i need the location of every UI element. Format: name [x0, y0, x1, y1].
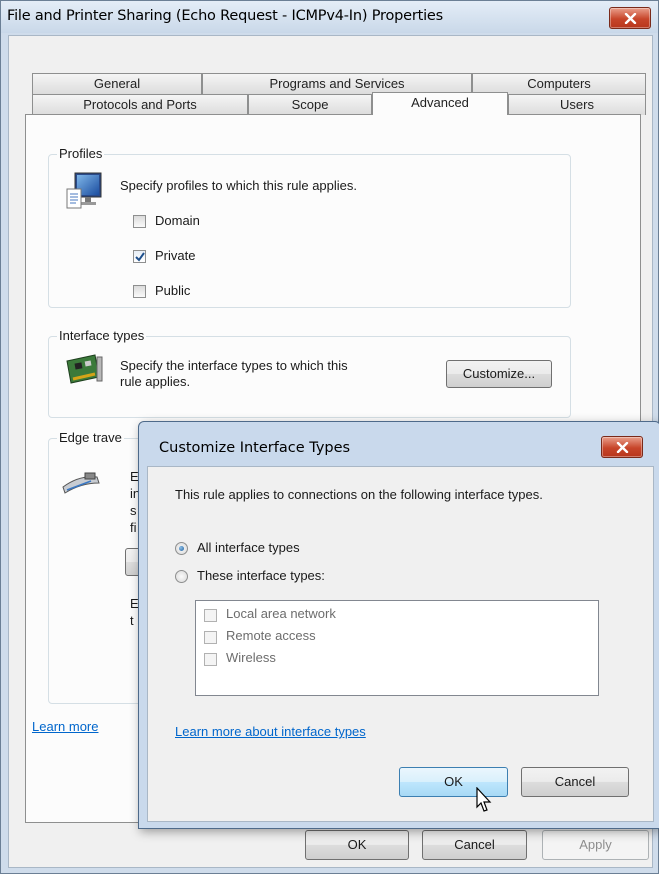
network-card-icon: [66, 354, 103, 384]
profiles-description: Specify profiles to which this rule appl…: [120, 178, 358, 193]
dialog-client-area: This rule applies to connections on the …: [147, 466, 654, 822]
customize-button-label: Customize...: [462, 366, 536, 381]
public-label[interactable]: Public: [155, 283, 190, 298]
tab-general-label: General: [93, 76, 141, 91]
domain-label[interactable]: Domain: [155, 213, 200, 228]
tab-computers-label: Computers: [527, 76, 591, 91]
radio-selected-dot: [179, 546, 184, 551]
edge-partial-6: t: [130, 613, 134, 628]
ok-button[interactable]: OK: [305, 830, 409, 860]
tab-users[interactable]: Users: [508, 94, 646, 115]
tab-protocols-label: Protocols and Ports: [83, 97, 197, 112]
tab-protocols-and-ports[interactable]: Protocols and Ports: [32, 94, 248, 115]
interface-types-group-label: Interface types: [57, 328, 147, 343]
ok-button-label: OK: [347, 837, 367, 852]
apply-button-label: Apply: [579, 837, 612, 852]
domain-checkbox[interactable]: [133, 215, 146, 228]
monitor-profile-icon: [66, 172, 102, 209]
profiles-group-label: Profiles: [57, 146, 105, 161]
list-item-checkbox[interactable]: [204, 631, 217, 644]
window-title: File and Printer Sharing (Echo Request -…: [7, 8, 443, 24]
public-checkbox[interactable]: [133, 285, 146, 298]
these-interface-types-radio[interactable]: [175, 570, 188, 583]
dialog-close-button[interactable]: [601, 436, 643, 458]
tab-programs-and-services[interactable]: Programs and Services: [202, 73, 472, 94]
title-bar[interactable]: File and Printer Sharing (Echo Request -…: [1, 1, 658, 33]
close-icon: [616, 441, 628, 453]
cancel-button-label: Cancel: [454, 837, 495, 852]
list-item-label: Remote access: [226, 628, 316, 643]
list-item-label: Local area network: [226, 606, 336, 621]
interface-types-group: Interface types Specify the interface ty…: [48, 328, 571, 418]
cancel-button[interactable]: Cancel: [422, 830, 527, 860]
edge-partial-3: s: [130, 503, 137, 518]
interface-types-list[interactable]: Local area network Remote access Wireles…: [195, 600, 599, 696]
dialog-learn-more-link[interactable]: Learn more about interface types: [175, 724, 366, 739]
tab-scope[interactable]: Scope: [248, 94, 372, 115]
tab-advanced[interactable]: Advanced: [372, 92, 508, 115]
tab-computers[interactable]: Computers: [472, 73, 646, 94]
learn-more-link[interactable]: Learn more: [32, 719, 98, 734]
all-interface-types-radio[interactable]: [175, 542, 188, 555]
tab-general[interactable]: General: [32, 73, 202, 94]
tab-scope-label: Scope: [291, 97, 329, 112]
dialog-intro: This rule applies to connections on the …: [175, 487, 543, 502]
tab-programs-label: Programs and Services: [269, 76, 405, 91]
checkmark-icon: [135, 252, 145, 262]
tab-advanced-label: Advanced: [411, 95, 469, 110]
dialog-cancel-button[interactable]: Cancel: [521, 767, 629, 797]
router-icon: [62, 472, 100, 494]
edge-traversal-group-label: Edge trave: [57, 430, 124, 445]
dialog-title: Customize Interface Types: [159, 440, 351, 456]
private-label[interactable]: Private: [155, 248, 195, 263]
close-button[interactable]: [609, 7, 651, 29]
mouse-pointer-icon: [476, 787, 492, 812]
apply-button[interactable]: Apply: [542, 830, 649, 860]
edge-partial-4: fi: [130, 520, 137, 535]
list-item-checkbox[interactable]: [204, 609, 217, 622]
profiles-group: Profiles Specify profiles to which this …: [48, 146, 571, 308]
customize-interface-types-dialog: Customize Interface Types This rule appl…: [138, 421, 659, 829]
tab-users-label: Users: [560, 97, 594, 112]
dialog-ok-label: OK: [444, 774, 463, 789]
customize-button[interactable]: Customize...: [446, 360, 552, 388]
private-checkbox[interactable]: [133, 250, 146, 263]
these-interface-types-label[interactable]: These interface types:: [197, 568, 325, 583]
list-item-label: Wireless: [226, 650, 276, 665]
interface-types-description-1: Specify the interface types to which thi…: [120, 358, 348, 373]
list-item-checkbox[interactable]: [204, 653, 217, 666]
interface-types-description-2: rule applies.: [120, 374, 191, 389]
close-icon: [624, 12, 636, 24]
dialog-cancel-label: Cancel: [554, 774, 596, 789]
all-interface-types-label[interactable]: All interface types: [197, 540, 300, 555]
